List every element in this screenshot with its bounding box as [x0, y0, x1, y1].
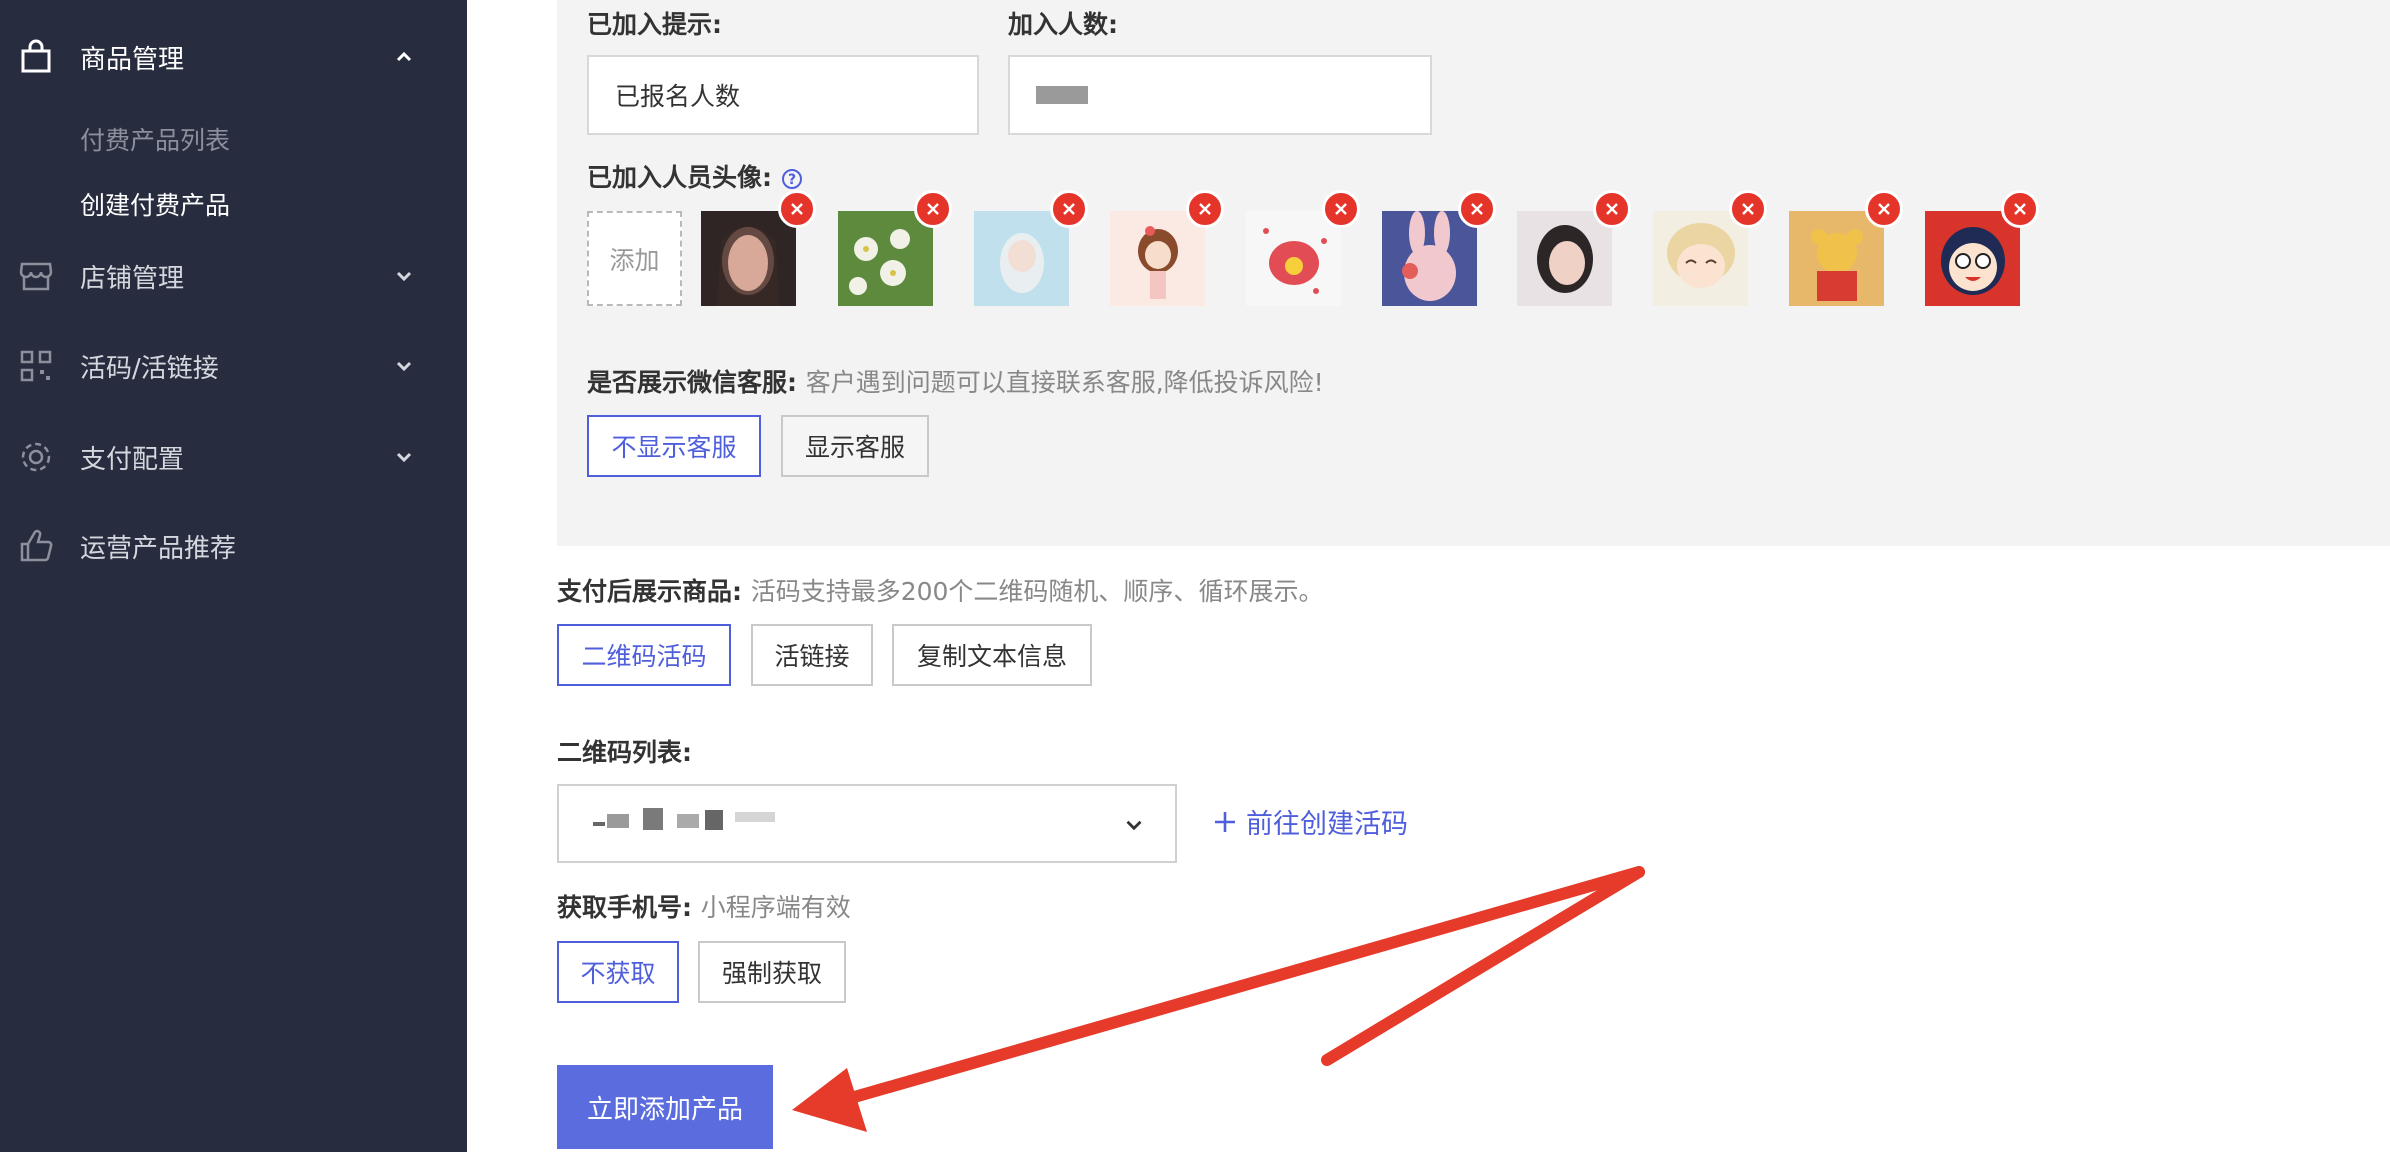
chevron-down-icon [396, 361, 412, 372]
sidebar-item-store[interactable]: 店铺管理 [0, 246, 467, 306]
main-content: 已加入提示: 加入人数: 已报名人数 已加入人员头像: ? 添加 是否展示微信客… [467, 0, 2390, 1152]
qrcode-icon [20, 350, 52, 382]
sidebar: 商品管理 付费产品列表 创建付费产品 店铺管理 活码/活链接 支付配置 运营产品… [0, 0, 467, 1152]
chevron-up-icon [396, 51, 412, 62]
sidebar-item-payment[interactable]: 支付配置 [0, 427, 467, 487]
sidebar-subitem-create-paid[interactable]: 创建付费产品 [80, 186, 230, 222]
chevron-down-icon [396, 271, 412, 282]
sidebar-item-label: 支付配置 [80, 444, 185, 475]
sidebar-item-livecode[interactable]: 活码/活链接 [0, 336, 467, 396]
sidebar-item-label: 店铺管理 [80, 263, 185, 294]
sidebar-item-label: 商品管理 [80, 44, 185, 75]
thumbs-up-icon [20, 529, 53, 562]
annotation-arrow [792, 866, 1645, 1132]
bag-icon [21, 39, 51, 73]
sidebar-item-recommend[interactable]: 运营产品推荐 [0, 516, 467, 576]
sidebar-subitem-paid-list[interactable]: 付费产品列表 [80, 121, 230, 157]
store-icon [19, 262, 53, 291]
gear-icon [21, 442, 51, 472]
sidebar-item-label: 运营产品推荐 [80, 533, 237, 564]
chevron-down-icon [396, 452, 412, 463]
sidebar-item-label: 活码/活链接 [80, 353, 219, 384]
sidebar-item-goods[interactable]: 商品管理 [0, 27, 467, 87]
